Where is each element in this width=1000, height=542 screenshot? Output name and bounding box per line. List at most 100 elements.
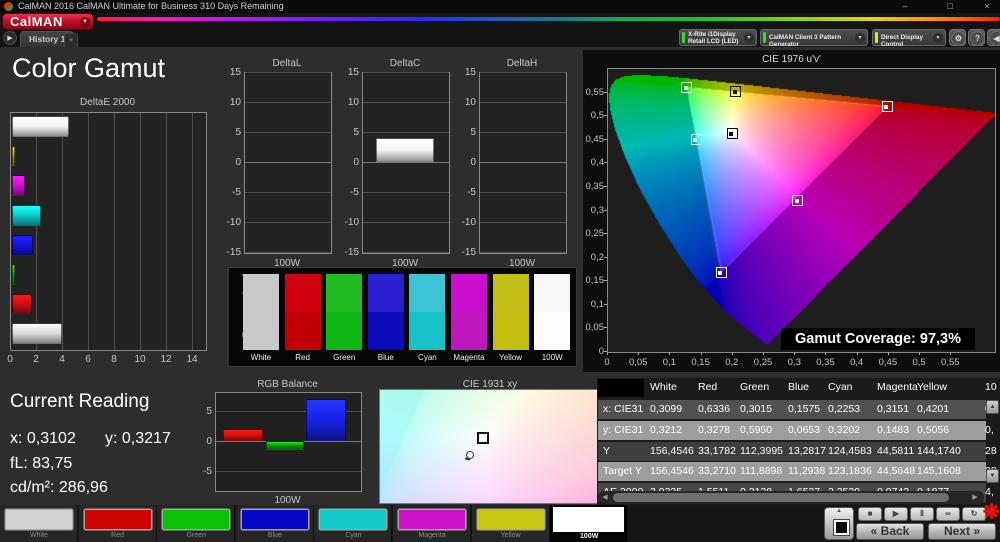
read-continuous-button[interactable]: ▲ bbox=[824, 507, 854, 540]
cie-1976-y-tick-label: 0,2 bbox=[590, 251, 604, 263]
calman-logo-button[interactable]: CalMAN ▼ bbox=[2, 13, 94, 30]
cie-1976-x-tick bbox=[669, 352, 671, 355]
swatch-target-white bbox=[243, 312, 279, 350]
deltae-x-tick-label: 12 bbox=[160, 354, 172, 365]
table-cell: 0,3015 bbox=[740, 403, 773, 415]
meter-dropdown[interactable]: X-Rite i1Display Retail LCD (LED) ▼ bbox=[679, 29, 757, 46]
table-row[interactable]: x: CIE31 0,3099 0,6336 0,3015 0,1575 0,2253 0,… bbox=[598, 400, 994, 419]
play-button[interactable]: ▶ bbox=[884, 507, 908, 521]
cie-1976-y-tick-label: 0,45 bbox=[585, 133, 605, 145]
cie-1976-y-tick bbox=[604, 256, 607, 258]
table-vscroll-down[interactable]: ▼ bbox=[986, 469, 999, 483]
patch-tile-blue[interactable]: Blue bbox=[235, 505, 314, 542]
patch-tile-yellow[interactable]: Yellow bbox=[471, 505, 550, 542]
patch-swatch bbox=[553, 507, 625, 532]
table-header-10: 10 bbox=[985, 381, 997, 393]
cie-1976-x-tick bbox=[763, 352, 765, 355]
deltaH-y-tick-label: 10 bbox=[464, 97, 476, 108]
table-hscroll-left[interactable]: ◀ bbox=[599, 492, 611, 503]
table-row[interactable]: Target Y 156,4546 33,2710 111,8898 11,2938 12… bbox=[598, 462, 997, 482]
table-row[interactable]: y: CIE31 0,3212 0,3278 0,5950 0,0653 0,3202 0,… bbox=[598, 420, 994, 440]
patch-tile-100w[interactable]: 100W bbox=[550, 505, 629, 542]
table-cell: 0, bbox=[985, 423, 994, 436]
table-cell: 123,1836 bbox=[828, 465, 872, 478]
patch-tile-green[interactable]: Green bbox=[157, 505, 236, 542]
cie-1976-x-tick-label: 0,25 bbox=[753, 357, 773, 368]
deltaH-plot-area bbox=[479, 72, 567, 254]
reading-x: x: 0,3102 bbox=[10, 430, 76, 448]
deltaL-gridline bbox=[245, 252, 331, 253]
continuous-button[interactable]: ∞ bbox=[936, 507, 960, 521]
table-hscroll-thumb[interactable] bbox=[613, 493, 949, 502]
cie-1976-x-tick-label: 0,5 bbox=[912, 357, 926, 368]
cie-1976-y-tick bbox=[604, 115, 607, 117]
close-button[interactable]: × bbox=[972, 0, 1000, 13]
reading-fl-label: fL: bbox=[10, 455, 28, 472]
table-vscroll-up[interactable]: ▲ bbox=[986, 400, 999, 414]
settings-button[interactable]: ⚙ bbox=[949, 29, 966, 46]
patch-label: Blue bbox=[267, 532, 282, 539]
swatch-target-green bbox=[326, 312, 363, 350]
cie-1976-y-tick-label: 0,5 bbox=[590, 110, 604, 122]
deltae-gridline bbox=[114, 113, 115, 350]
patch-tile-cyan[interactable]: Cyan bbox=[314, 505, 393, 542]
tab-nav-arrow-icon[interactable]: ▶ bbox=[3, 31, 17, 45]
deltaH-y-tick-label: -10 bbox=[461, 217, 476, 228]
deltaC-title: DeltaC bbox=[389, 58, 421, 69]
gamut-marker-dot-red bbox=[884, 105, 889, 110]
deltae-gridline bbox=[36, 113, 37, 350]
deltae-gridline bbox=[62, 113, 63, 350]
deltaL-y-tick-label: -5 bbox=[232, 187, 241, 198]
deltae-bar-green bbox=[12, 264, 15, 285]
reading-fl: fL: 83,75 bbox=[10, 455, 72, 473]
reading-y-label: y: bbox=[105, 430, 118, 447]
stop-button[interactable]: ■ bbox=[858, 507, 882, 521]
help-button[interactable]: ? bbox=[968, 29, 985, 46]
deltae-bar-cyan bbox=[12, 204, 41, 226]
deltaL-gridline bbox=[245, 192, 331, 193]
gamut-marker-dot-magenta bbox=[794, 199, 799, 204]
patch-tile-red[interactable]: Red bbox=[78, 505, 157, 542]
display-control-dropdown[interactable]: Direct Display Control ▼ bbox=[872, 29, 946, 48]
deltaL-y-tick-label: 15 bbox=[229, 67, 241, 78]
deltaH-y-tick-label: 0 bbox=[470, 157, 476, 168]
table-cell: 0,5950 bbox=[740, 423, 773, 436]
deltaC-bar bbox=[376, 138, 434, 162]
table-header-White: White bbox=[650, 381, 677, 393]
deltaH-gridline bbox=[480, 222, 566, 223]
next-button[interactable]: Next » bbox=[928, 523, 996, 540]
deltae-bar-blue bbox=[12, 234, 34, 256]
display-accent bbox=[875, 32, 878, 43]
cie-1976-x-tick-label: 0,45 bbox=[878, 357, 898, 368]
patch-tile-magenta[interactable]: Magenta bbox=[393, 505, 471, 542]
deltaL-y-tick-label: -15 bbox=[226, 247, 241, 258]
back-button[interactable]: « Back bbox=[856, 523, 924, 540]
cie-1976-x-tick-label: 0,3 bbox=[787, 357, 801, 368]
table-cell: 124,4583 bbox=[828, 444, 872, 457]
deltaL-y-tick-label: 0 bbox=[235, 157, 241, 168]
pause-button[interactable]: Ⅱ bbox=[910, 507, 934, 521]
deltaH-gridline bbox=[480, 102, 566, 103]
minimize-button[interactable]: – bbox=[890, 0, 920, 13]
table-cell: 33,1782 bbox=[698, 444, 736, 457]
deltae-x-tick-label: 4 bbox=[59, 354, 65, 365]
table-cell: 4, bbox=[985, 486, 994, 499]
table-cell: 0,3278 bbox=[698, 423, 731, 436]
deltaC-gridline bbox=[363, 72, 449, 73]
collapse-button[interactable]: ◀ bbox=[987, 29, 1000, 46]
table-cell: 33,2710 bbox=[698, 465, 736, 478]
add-tab-button[interactable]: + bbox=[64, 33, 78, 47]
patch-tile-white[interactable]: White bbox=[0, 505, 78, 542]
table-row[interactable]: Y 156,4546 33,1782 112,3995 13,2817 124,4583 4… bbox=[598, 441, 997, 461]
swatch-actual-yellow bbox=[492, 274, 529, 312]
cie-1976-y-tick bbox=[604, 233, 607, 235]
table-header-Cyan: Cyan bbox=[828, 381, 853, 393]
swatch-target-red bbox=[284, 312, 321, 350]
cie-1976-x-tick bbox=[856, 352, 858, 355]
source-dropdown[interactable]: CalMAN Client 3 Pattern Generator ▼ bbox=[760, 29, 868, 48]
deltaL-gridline bbox=[245, 222, 331, 223]
reading-y-value: 0,3217 bbox=[121, 430, 171, 447]
cie-1976-x-tick bbox=[887, 352, 889, 355]
maximize-button[interactable]: □ bbox=[935, 0, 965, 13]
table-hscroll-right[interactable]: ▶ bbox=[969, 492, 981, 503]
